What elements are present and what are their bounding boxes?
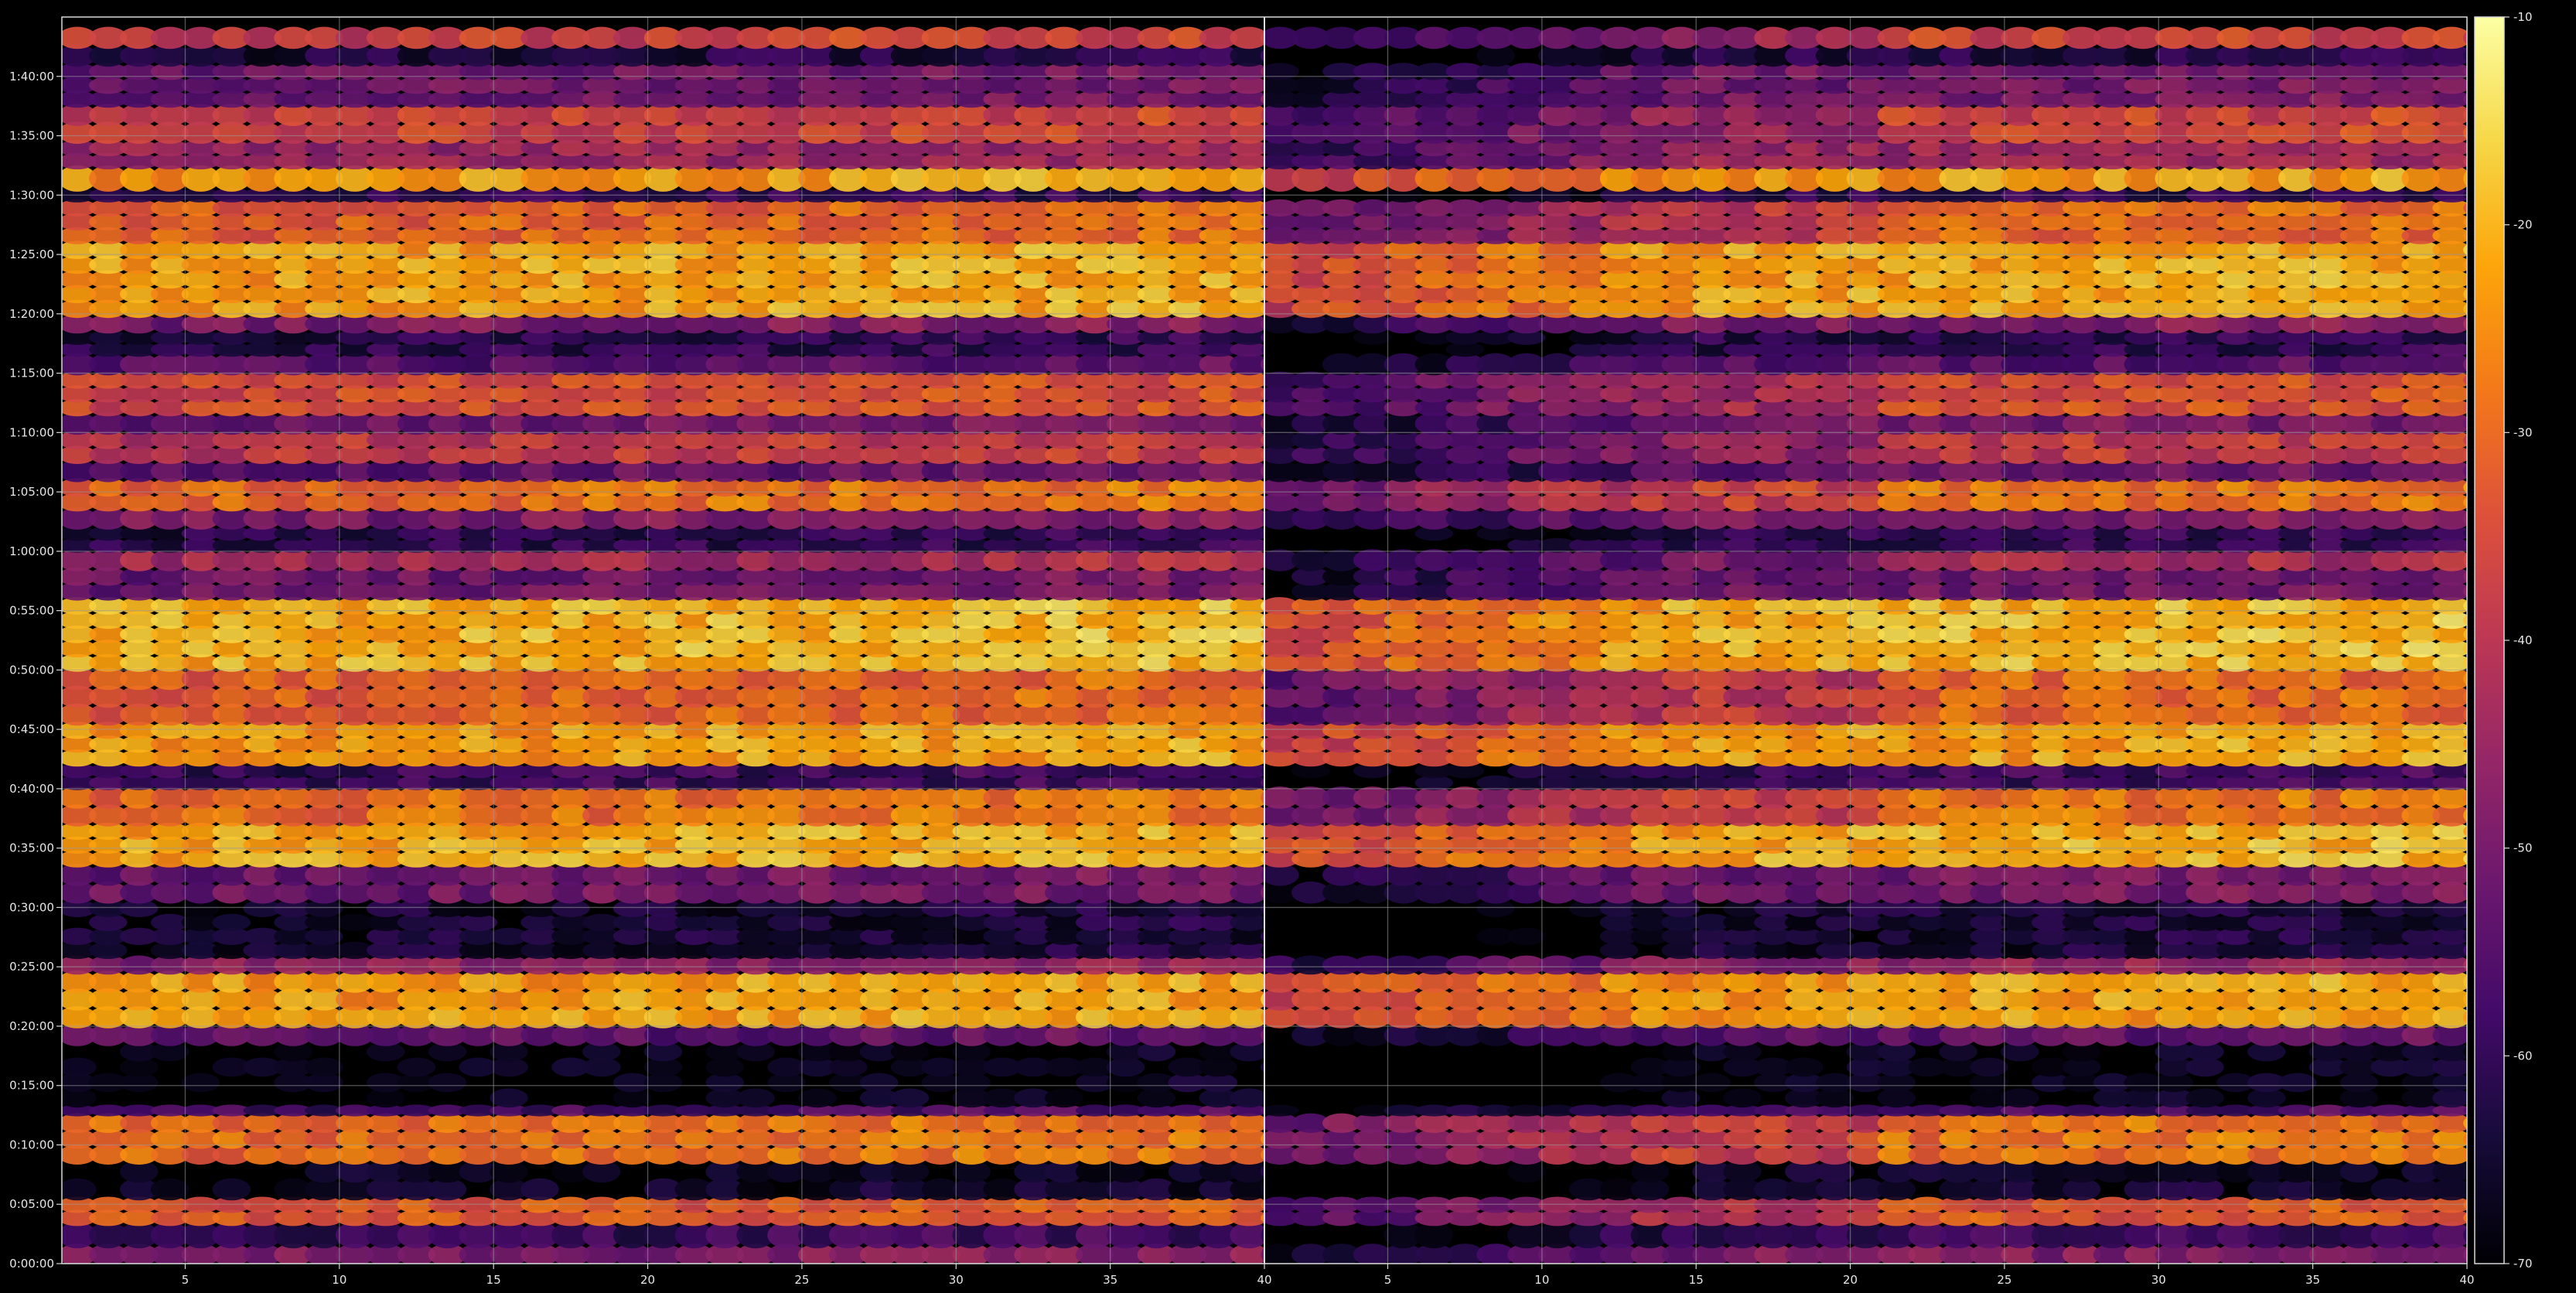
heatmap-cell-left	[1230, 1088, 1264, 1108]
heatmap-cell-left	[428, 1073, 467, 1093]
heatmap-cell-left	[62, 1178, 97, 1201]
heatmap-cell-left	[181, 1073, 220, 1093]
heatmap-cell-right	[1785, 1057, 1824, 1077]
heatmap-cell-left	[1045, 1088, 1083, 1108]
heatmap-cell-left	[397, 1057, 436, 1077]
heatmap-cell-right	[1723, 1088, 1762, 1108]
heatmap-cell-right	[1264, 1104, 1299, 1117]
heatmap-cell-left	[212, 1178, 251, 1201]
heatmap-cell-left	[305, 1057, 343, 1077]
heatmap-cell-right	[1970, 1057, 2008, 1077]
spectrogram-chart: 0:00:000:05:000:10:000:15:000:20:000:25:…	[0, 0, 2576, 1293]
heatmap-cell-left	[798, 1088, 837, 1108]
heatmap-cell-left	[212, 913, 251, 932]
heatmap-cell-left	[520, 1178, 559, 1201]
heatmap-cell-right	[2001, 1088, 2039, 1108]
heatmap-cell-right	[1507, 927, 1546, 946]
heatmap-cell-left	[490, 1088, 528, 1108]
heatmap-cell-left	[736, 1088, 775, 1108]
heatmap-cell-right	[2185, 1088, 2224, 1108]
heatmap-cell-left	[62, 1057, 97, 1077]
heatmap-cell-left	[859, 1073, 899, 1093]
heatmap-cell-left	[150, 1178, 189, 1201]
heatmap-cell-right	[1692, 1073, 1731, 1093]
heatmap-cell-left	[890, 1088, 930, 1108]
heatmap-cell-right	[2278, 1073, 2317, 1093]
